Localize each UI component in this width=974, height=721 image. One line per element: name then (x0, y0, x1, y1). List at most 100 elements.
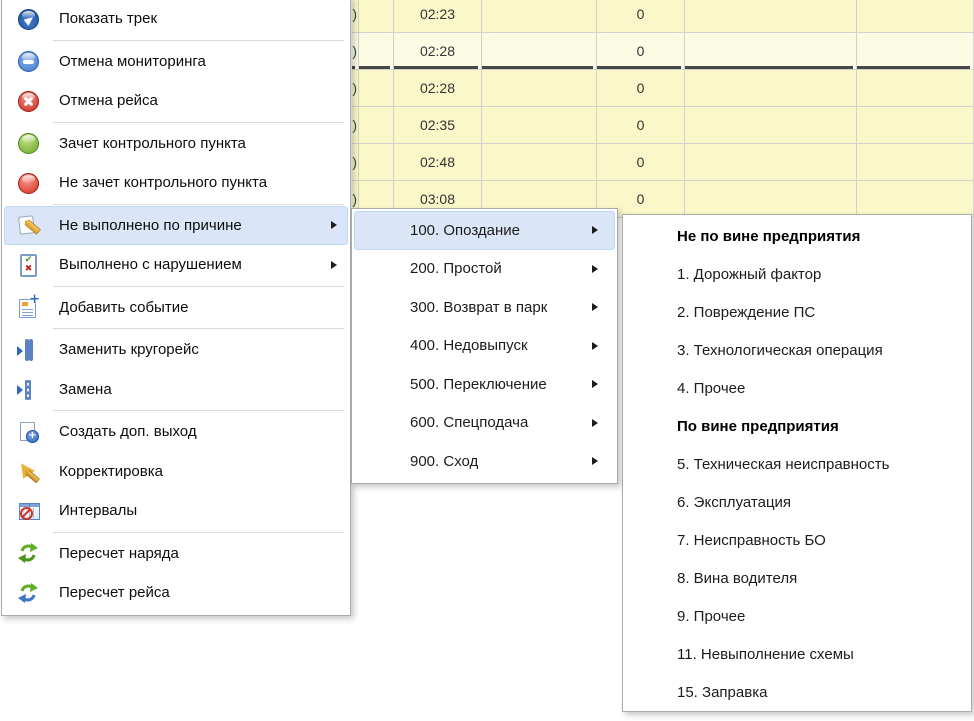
menu-item-done-with-violation[interactable]: ✔✖ Выполнено с нарушением (4, 245, 348, 285)
table-cell-fragment[interactable]: ) (352, 70, 359, 107)
submenu-item-200-idle[interactable]: 200. Простой (354, 250, 615, 289)
menu-item-replace-roundtrip[interactable]: Заменить кругорейс (4, 330, 348, 370)
submenu-item-400-underrelease[interactable]: 400. Недовыпуск (354, 327, 615, 366)
table-cell[interactable] (857, 107, 974, 144)
menu-item-replace[interactable]: Замена (4, 370, 348, 410)
table-cell[interactable] (857, 0, 974, 33)
recalc-trip-icon (17, 582, 39, 604)
submenu-item-300-return-to-park[interactable]: 300. Возврат в парк (354, 288, 615, 327)
cause-item-5-tech-failure[interactable]: 5. Техническая неисправность (625, 445, 969, 483)
done-with-violation-icon: ✔✖ (17, 254, 39, 276)
table-cell[interactable] (482, 0, 597, 33)
cause-item-8-driver-fault[interactable]: 8. Вина водителя (625, 559, 969, 597)
table-cell-time[interactable]: 02:48 (394, 144, 482, 181)
submenu-arrow-icon (592, 265, 598, 273)
cause-item-1-road-factor[interactable]: 1. Дорожный фактор (625, 255, 969, 293)
menu-item-create-extra-exit[interactable]: + Создать доп. выход (4, 412, 348, 452)
menu-item-add-event[interactable]: + Добавить событие (4, 288, 348, 328)
cause-item-2-vehicle-damage[interactable]: 2. Повреждение ПС (625, 293, 969, 331)
cause-item-label: 6. Эксплуатация (677, 494, 791, 511)
table-cell-time[interactable]: 02:23 (394, 0, 482, 33)
cancel-monitoring-icon (17, 50, 39, 72)
menu-item-label: Выполнено с нарушением (59, 256, 242, 273)
menu-item-cancel-monitoring[interactable]: Отмена мониторинга (4, 42, 348, 82)
submenu-item-label: 900. Сход (410, 453, 478, 470)
table-cell-count[interactable]: 0 (597, 33, 685, 70)
table-cell-fragment[interactable]: ) (352, 33, 359, 70)
table-cell-count[interactable]: 0 (597, 144, 685, 181)
menu-item-intervals[interactable]: Интервалы (4, 491, 348, 531)
menu-separator (53, 410, 344, 411)
menu-separator (53, 204, 344, 205)
menu-item-label: Не выполнено по причине (59, 217, 242, 234)
cause-item-9-other[interactable]: 9. Прочее (625, 597, 969, 635)
table-cell[interactable] (857, 33, 974, 70)
table-cell[interactable] (685, 107, 857, 144)
table-cell-count[interactable]: 0 (597, 70, 685, 107)
table-cell-count[interactable]: 0 (597, 0, 685, 33)
table-cell-fragment[interactable]: ) (352, 0, 359, 33)
menu-item-checkpoint-pass[interactable]: Зачет контрольного пункта (4, 124, 348, 164)
cause-item-label: 3. Технологическая операция (677, 342, 883, 359)
table-cell[interactable] (482, 33, 597, 70)
cause-item-3-tech-operation[interactable]: 3. Технологическая операция (625, 331, 969, 369)
submenu-arrow-icon (331, 261, 337, 269)
table-cell-time[interactable]: 02:35 (394, 107, 482, 144)
menu-item-recalc-order[interactable]: Пересчет наряда (4, 534, 348, 574)
menu-separator (53, 532, 344, 533)
cause-item-label: 1. Дорожный фактор (677, 266, 821, 283)
table-cell[interactable] (359, 33, 394, 70)
screen: ) 02:23 0 ) 02:28 0 ) 02:28 0 ) 02:35 0 (0, 0, 974, 721)
table-cell[interactable] (359, 70, 394, 107)
table-cell[interactable] (359, 144, 394, 181)
submenu-item-label: 300. Возврат в парк (410, 299, 547, 316)
table-cell[interactable] (685, 0, 857, 33)
menu-item-label: Замена (59, 381, 112, 398)
submenu-item-900-dropout[interactable]: 900. Сход (354, 442, 615, 481)
table-cell[interactable] (685, 181, 857, 218)
menu-item-label: Показать трек (59, 10, 157, 27)
table-cell[interactable] (482, 107, 597, 144)
table-cell[interactable] (685, 144, 857, 181)
submenu-item-600-special[interactable]: 600. Спецподача (354, 404, 615, 443)
causes-header-label: Не по вине предприятия (677, 228, 860, 245)
menu-item-checkpoint-fail[interactable]: Не зачет контрольного пункта (4, 163, 348, 203)
table-cell[interactable] (685, 33, 857, 70)
menu-item-correction[interactable]: Корректировка (4, 452, 348, 492)
cause-item-label: 4. Прочее (677, 380, 745, 397)
table-cell[interactable] (359, 0, 394, 33)
replace-roundtrip-icon (17, 339, 39, 361)
table-cell[interactable] (359, 107, 394, 144)
table-cell[interactable] (857, 70, 974, 107)
table-cell-time[interactable]: 02:28 (394, 33, 482, 70)
submenu-item-100-late[interactable]: 100. Опоздание (354, 211, 615, 250)
submenu-item-500-switch[interactable]: 500. Переключение (354, 365, 615, 404)
menu-item-cancel-trip[interactable]: Отмена рейса (4, 81, 348, 121)
cause-item-6-exploitation[interactable]: 6. Эксплуатация (625, 483, 969, 521)
table-cell[interactable] (857, 144, 974, 181)
table-cell[interactable] (482, 70, 597, 107)
cause-item-11-scheme-violation[interactable]: 11. Невыполнение схемы (625, 635, 969, 673)
menu-item-not-done-reason[interactable]: Не выполнено по причине (4, 206, 348, 246)
submenu-arrow-icon (592, 226, 598, 234)
table-cell-time[interactable]: 02:28 (394, 70, 482, 107)
menu-item-label: Заменить кругорейс (59, 341, 199, 358)
menu-item-show-track[interactable]: Показать трек (4, 0, 348, 39)
table-cell[interactable] (685, 70, 857, 107)
cause-item-4-other[interactable]: 4. Прочее (625, 369, 969, 407)
menu-item-recalc-trip[interactable]: Пересчет рейса (4, 573, 348, 613)
cause-item-15-refueling[interactable]: 15. Заправка (625, 673, 969, 711)
reasons-submenu: 100. Опоздание 200. Простой 300. Возврат… (351, 208, 618, 484)
table-cell[interactable] (857, 181, 974, 218)
cause-item-7-bo-failure[interactable]: 7. Неисправность БО (625, 521, 969, 559)
cause-item-label: 15. Заправка (677, 684, 767, 701)
submenu-item-label: 100. Опоздание (410, 222, 520, 239)
table-cell-count[interactable]: 0 (597, 107, 685, 144)
table-cell[interactable] (482, 144, 597, 181)
table-cell-fragment[interactable]: ) (352, 144, 359, 181)
cause-item-label: 11. Невыполнение схемы (677, 646, 854, 663)
recalc-order-icon (17, 542, 39, 564)
table-cell-fragment[interactable]: ) (352, 107, 359, 144)
cause-item-label: 9. Прочее (677, 608, 745, 625)
menu-item-label: Корректировка (59, 463, 163, 480)
